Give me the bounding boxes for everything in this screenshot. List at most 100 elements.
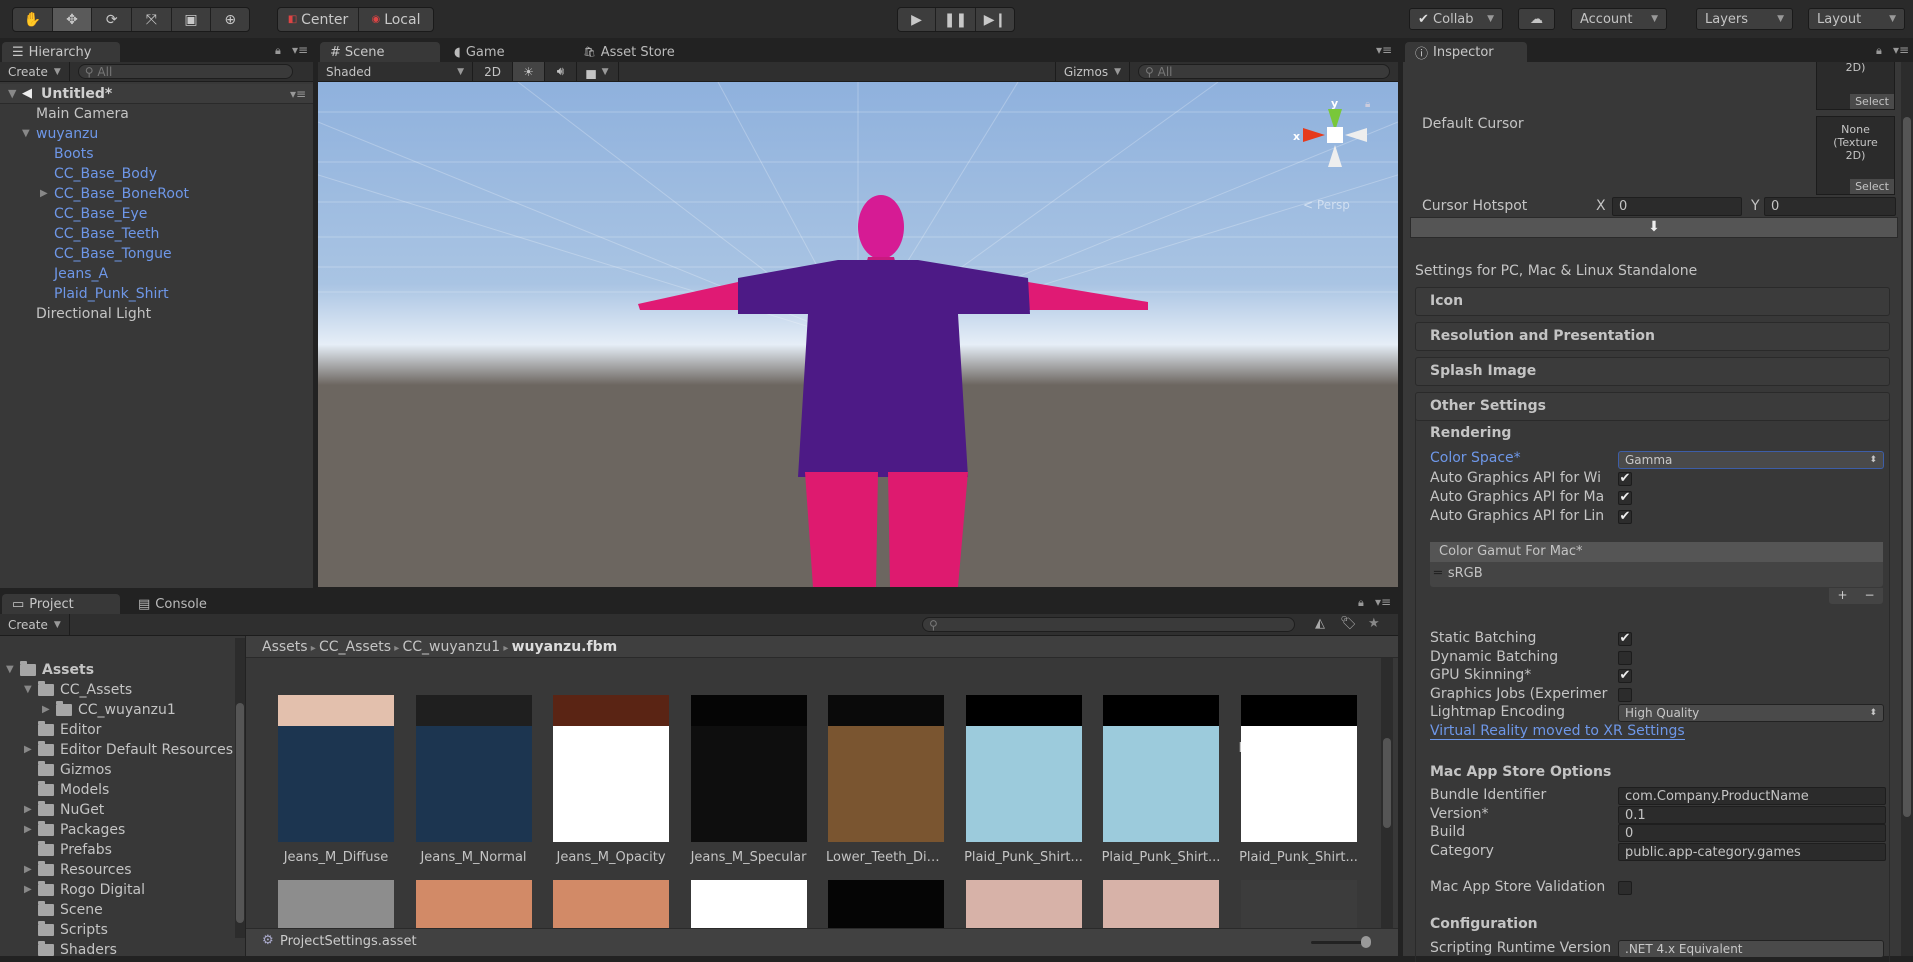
move-tool-button[interactable]: ✥ <box>52 8 93 31</box>
folder-item[interactable]: ▶ Resources <box>24 860 132 880</box>
setting-checkbox[interactable] <box>1618 687 1632 702</box>
lock-icon[interactable]: 🔒︎ <box>1365 99 1370 110</box>
folder-item[interactable]: ▼ CC_Assets <box>24 680 132 700</box>
tab-inspector[interactable]: ⓘ Inspector <box>1405 42 1527 63</box>
vr-settings-link[interactable]: Virtual Reality moved to XR Settings <box>1430 723 1685 740</box>
hierarchy-item[interactable]: Plaid_Punk_Shirt <box>0 284 313 304</box>
tab-project[interactable]: ▭ Project <box>2 594 120 615</box>
folder-item[interactable]: Scene <box>24 900 103 920</box>
texture-slot-previous[interactable]: 2D) Select <box>1816 62 1895 110</box>
foldout-section[interactable]: Icon <box>1415 287 1890 316</box>
hierarchy-item[interactable]: ▼ wuyanzu <box>0 124 313 144</box>
folder-item[interactable]: Scripts <box>24 920 108 940</box>
scene-viewport[interactable]: y x 🔒︎ < Persp <box>318 82 1398 587</box>
expand-open-icon[interactable]: ▼ <box>24 680 38 700</box>
platform-download-button[interactable]: ⬇ <box>1410 217 1898 238</box>
hierarchy-item[interactable]: Directional Light <box>0 304 313 324</box>
hierarchy-item[interactable]: Boots <box>0 144 313 164</box>
setting-checkbox-checked[interactable]: ✔ <box>1618 632 1632 646</box>
color-gamut-item[interactable]: ═ sRGB <box>1430 562 1883 586</box>
asset-tile[interactable]: Jeans_M_Opacity <box>551 726 671 865</box>
folder-item[interactable]: ▶ NuGet <box>24 800 104 820</box>
folder-item[interactable]: ▶ Packages <box>24 820 125 840</box>
scripting-runtime-dropdown[interactable]: .NET 4.x Equivalent <box>1618 940 1884 958</box>
slider-handle[interactable] <box>1361 936 1371 948</box>
lighting-toggle[interactable]: ☀ <box>513 62 545 81</box>
scene-root-row[interactable]: ▼ ◀︎ Untitled* ▾≡ <box>0 84 313 104</box>
mac-field-input[interactable]: 0.1 <box>1618 805 1886 824</box>
setting-checkbox-checked[interactable]: ✔ <box>1618 472 1632 486</box>
asset-scrollbar[interactable] <box>1381 658 1393 943</box>
shading-mode-dropdown[interactable]: Shaded ▼ <box>318 62 473 81</box>
expand-open-icon[interactable]: ▼ <box>8 84 16 104</box>
cloud-button[interactable]: ☁ <box>1518 8 1555 30</box>
folder-item[interactable]: Models <box>24 780 109 800</box>
rect-tool-button[interactable]: ▣ <box>172 8 212 31</box>
filter-by-type-icon[interactable]: ◭ <box>1315 616 1325 631</box>
asset-tile[interactable]: Jeans_M_Diffuse <box>276 726 396 865</box>
color-space-dropdown[interactable]: Gamma ⬍ <box>1618 451 1884 469</box>
tab-asset-store[interactable]: 🛍︎ Asset Store <box>573 42 703 63</box>
hotspot-x-field[interactable]: 0 <box>1612 197 1742 216</box>
hierarchy-item[interactable]: Jeans_A <box>0 264 313 284</box>
remove-item-button[interactable]: − <box>1864 588 1874 604</box>
folder-item[interactable]: ▶ Editor Default Resources <box>24 740 233 760</box>
hierarchy-item[interactable]: Main Camera <box>0 104 313 124</box>
folder-item[interactable]: Editor <box>24 720 101 740</box>
folder-item[interactable]: Prefabs <box>24 840 112 860</box>
asset-tile[interactable]: Jeans_M_Specular <box>689 726 809 865</box>
pivot-local-button[interactable]: ◉ Local <box>359 8 433 31</box>
layout-dropdown[interactable]: Layout ▼ <box>1808 8 1905 30</box>
scrollbar-thumb[interactable] <box>1383 738 1391 828</box>
foldout-section[interactable]: Splash Image <box>1415 357 1890 386</box>
scrollbar-thumb[interactable] <box>1903 117 1911 817</box>
folder-item[interactable]: ▶ CC_wuyanzu1 <box>42 700 176 720</box>
pause-button[interactable]: ❚❚ <box>936 8 976 31</box>
expand-closed-icon[interactable]: ▶ <box>42 700 56 720</box>
neg-y-axis-cone[interactable] <box>1328 145 1342 167</box>
projection-label[interactable]: < Persp <box>1303 198 1350 212</box>
panel-menu-icon[interactable]: ▾≡ <box>1893 43 1909 57</box>
mac-field-input[interactable]: com.Company.ProductName <box>1618 787 1886 805</box>
tab-scene[interactable]: # Scene <box>320 42 440 63</box>
collab-dropdown[interactable]: ✔ Collab ▼ <box>1409 8 1503 30</box>
hierarchy-search[interactable]: ⚲ All <box>77 64 293 79</box>
hierarchy-item[interactable]: CC_Base_Body <box>0 164 313 184</box>
pivot-center-button[interactable]: ◧ Center <box>278 8 359 31</box>
tab-console[interactable]: ▤ Console <box>128 594 228 615</box>
filter-by-label-icon[interactable]: 🏷︎ <box>1340 616 1357 631</box>
hotspot-y-field[interactable]: 0 <box>1764 197 1896 216</box>
scene-menu-icon[interactable]: ▾≡ <box>290 84 306 104</box>
asset-tile[interactable]: Jeans_M_Normal <box>414 726 534 865</box>
folder-item[interactable]: ▼ Assets <box>6 660 94 680</box>
tab-game[interactable]: ◖ Game <box>444 42 534 63</box>
asset-tile[interactable]: Plaid_Punk_Shirt... <box>1101 726 1221 865</box>
transform-tool-button[interactable]: ⊕ <box>211 8 249 31</box>
layers-dropdown[interactable]: Layers ▼ <box>1696 8 1793 30</box>
favorites-star-icon[interactable]: ★ <box>1368 616 1380 631</box>
mac-field-input[interactable]: public.app-category.games <box>1618 842 1886 861</box>
folder-item[interactable]: ▶ Rogo Digital <box>24 880 145 900</box>
scale-tool-button[interactable]: ⤧ <box>132 8 172 31</box>
gizmos-dropdown[interactable]: Gizmos ▼ <box>1054 62 1130 81</box>
project-search[interactable]: ⚲ <box>922 617 1295 632</box>
hierarchy-create-dropdown[interactable]: Create ▼ <box>0 62 70 81</box>
tab-hierarchy[interactable]: ☰ Hierarchy <box>2 42 120 63</box>
asset-tile[interactable]: Plaid_Punk_Shirt... <box>964 726 1084 865</box>
lock-icon[interactable]: 🔒︎ <box>1876 44 1882 58</box>
hierarchy-item[interactable]: ▶ CC_Base_BoneRoot <box>0 184 313 204</box>
mac-validation-checkbox[interactable] <box>1618 881 1632 895</box>
mac-field-input[interactable]: 0 <box>1618 824 1886 842</box>
project-create-dropdown[interactable]: Create ▼ <box>0 614 70 635</box>
expand-closed-icon[interactable]: ▶ <box>24 880 38 900</box>
scene-search[interactable]: ⚲ All <box>1138 64 1390 79</box>
asset-tile[interactable]: Lower_Teeth_Diff... <box>826 726 946 865</box>
2d-toggle[interactable]: 2D <box>473 62 513 81</box>
orientation-gizmo[interactable]: y x 🔒︎ <box>1293 97 1373 192</box>
folder-item[interactable]: Gizmos <box>24 760 112 780</box>
expand-open-icon[interactable]: ▼ <box>6 660 20 680</box>
asset-tile[interactable]: Plaid_Punk_Shirt... <box>1239 726 1359 865</box>
lock-icon[interactable]: 🔒︎ <box>1358 596 1364 610</box>
setting-checkbox-checked[interactable]: ✔ <box>1618 669 1632 683</box>
play-button[interactable]: ▶ <box>898 8 936 31</box>
